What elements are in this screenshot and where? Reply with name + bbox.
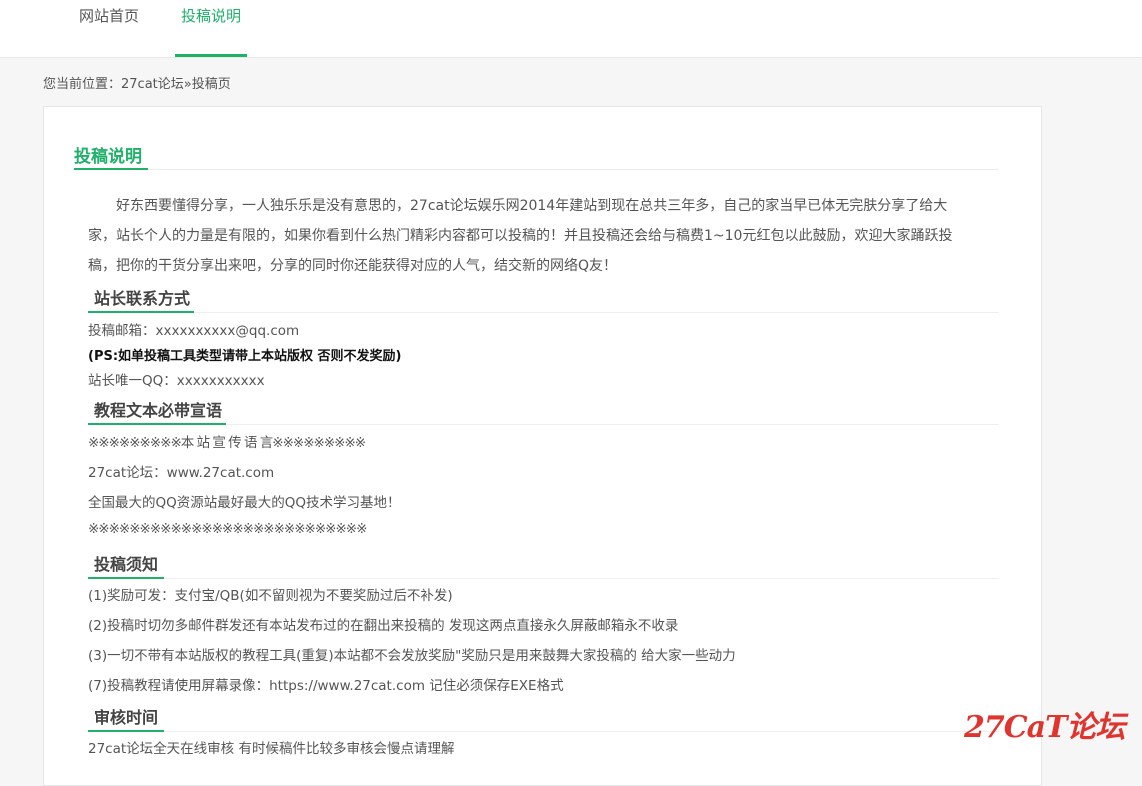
section-title-review: 审核时间 — [94, 708, 159, 727]
section-underline — [88, 730, 164, 732]
breadcrumb-prefix: 您当前位置： — [43, 77, 122, 92]
contact-qq: 站长唯一QQ：xxxxxxxxxxx — [88, 373, 265, 389]
section-title-notice: 投稿须知 — [94, 555, 159, 574]
slogan-line: 27cat论坛：www.27cat.com — [88, 465, 275, 481]
section-underline — [88, 423, 226, 425]
notice-item: (7)投稿教程请使用屏幕录像：https://www.27cat.com 记住必… — [88, 678, 564, 694]
section-underline — [88, 311, 194, 313]
title-underline — [74, 168, 148, 170]
notice-item: (3)一切不带有本站版权的教程工具(重复)本站都不会发放奖励"奖励只是用来鼓舞大… — [88, 648, 736, 664]
section-title-contact: 站长联系方式 — [94, 289, 191, 308]
title-divider — [148, 169, 998, 170]
content-panel: 投稿说明 好东西要懂得分享，一人独乐乐是没有意思的，27cat论坛娱乐网2014… — [43, 106, 1042, 786]
slogan-line: 全国最大的QQ资源站最好最大的QQ技术学习基地！ — [88, 495, 401, 511]
breadcrumb-home-link[interactable]: 27cat论坛 — [121, 77, 184, 92]
review-text: 27cat论坛全天在线审核 有时候稿件比较多审核会慢点请理解 — [88, 741, 455, 757]
section-divider — [164, 731, 999, 732]
slogan-line: ※※※※※※※※※本 站 宣 传 语 言※※※※※※※※※ — [88, 435, 366, 451]
notice-item: (1)奖励可发：支付宝/QB(如不留则视为不要奖励过后不补发) — [88, 588, 453, 604]
breadcrumb: 您当前位置：27cat论坛»投稿页 — [43, 73, 231, 92]
intro-paragraph: 好东西要懂得分享，一人独乐乐是没有意思的，27cat论坛娱乐网2014年建站到现… — [88, 198, 953, 274]
contact-note: (PS:如单投稿工具类型请带上本站版权 否则不发奖励) — [88, 349, 402, 364]
section-divider — [226, 424, 999, 425]
section-divider — [164, 578, 999, 579]
notice-item: (2)投稿时切勿多邮件群发还有本站发布过的在翻出来投稿的 发现这两点直接永久屏蔽… — [88, 618, 679, 634]
site-watermark-logo: 27CaT论坛 — [964, 710, 1125, 745]
nav-item-submission-guide[interactable]: 投稿说明 — [175, 0, 247, 57]
breadcrumb-current: 投稿页 — [191, 77, 231, 92]
slogan-line: ※※※※※※※※※※※※※※※※※※※※※※※※※※※ — [88, 521, 367, 537]
nav-item-home[interactable]: 网站首页 — [76, 0, 142, 57]
section-divider — [194, 312, 999, 313]
page-title: 投稿说明 — [74, 147, 142, 167]
section-title-slogan: 教程文本必带宣语 — [94, 401, 223, 420]
section-underline — [88, 577, 164, 579]
breadcrumb-separator: » — [183, 77, 192, 92]
top-navigation: 网站首页 投稿说明 — [0, 0, 1142, 58]
contact-email: 投稿邮箱：xxxxxxxxxx@qq.com — [88, 323, 300, 339]
